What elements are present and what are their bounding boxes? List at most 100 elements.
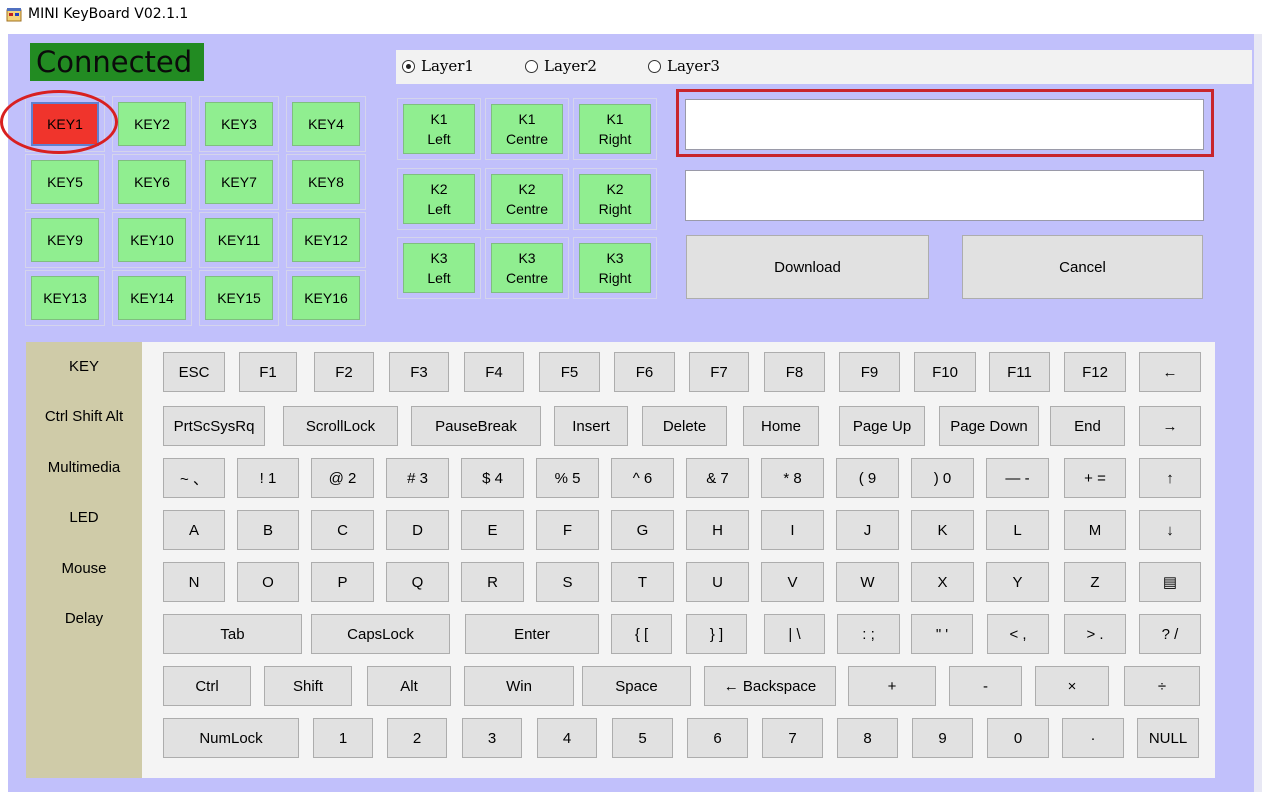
vkey-8[interactable]: 8 xyxy=(837,718,898,758)
download-button[interactable]: Download xyxy=(686,235,929,299)
knob-button-k1-right[interactable]: K1 Right xyxy=(579,104,651,154)
knob-button-k2-right[interactable]: K2 Right xyxy=(579,174,651,224)
vkey-1[interactable]: ! 1 xyxy=(237,458,299,498)
radio-circle-layer3[interactable] xyxy=(648,59,661,73)
vkey-sym-2-12[interactable]: + = xyxy=(1064,458,1126,498)
vkey-p[interactable]: P xyxy=(311,562,374,602)
vkey-sym-2-11[interactable]: — - xyxy=(986,458,1049,498)
key-button-10[interactable]: KEY10 xyxy=(118,218,186,262)
key-button-13[interactable]: KEY13 xyxy=(31,276,99,320)
vkey-e[interactable]: E xyxy=(461,510,524,550)
vkey-sym-6-7[interactable]: - xyxy=(949,666,1022,706)
key-button-16[interactable]: KEY16 xyxy=(292,276,360,320)
vkey-space[interactable]: Space xyxy=(582,666,691,706)
vkey-q[interactable]: Q xyxy=(386,562,449,602)
vkey-sym-5-9[interactable]: > . xyxy=(1064,614,1126,654)
vkey-c[interactable]: C xyxy=(311,510,374,550)
vkey-f12[interactable]: F12 xyxy=(1064,352,1126,392)
key-button-14[interactable]: KEY14 xyxy=(118,276,186,320)
vkey-7[interactable]: & 7 xyxy=(686,458,749,498)
vkey-l[interactable]: L xyxy=(986,510,1049,550)
vkey-n[interactable]: N xyxy=(163,562,225,602)
vkey-null[interactable]: NULL xyxy=(1137,718,1199,758)
key-button-11[interactable]: KEY11 xyxy=(205,218,273,262)
vkey-9[interactable]: 9 xyxy=(912,718,973,758)
vkey-f11[interactable]: F11 xyxy=(989,352,1050,392)
key-button-2[interactable]: KEY2 xyxy=(118,102,186,146)
vkey-0[interactable]: 0 xyxy=(987,718,1049,758)
vkey-sym-6-8[interactable]: × xyxy=(1035,666,1109,706)
vkey-0[interactable]: ) 0 xyxy=(911,458,974,498)
vkey-sym-5-5[interactable]: | \ xyxy=(764,614,825,654)
vkey-esc[interactable]: ESC xyxy=(163,352,225,392)
vkey-9[interactable]: ( 9 xyxy=(836,458,899,498)
key-button-5[interactable]: KEY5 xyxy=(31,160,99,204)
vkey-i[interactable]: I xyxy=(761,510,824,550)
knob-button-k2-left[interactable]: K2 Left xyxy=(403,174,475,224)
vkey-3[interactable]: 3 xyxy=(462,718,522,758)
vkey-b[interactable]: B xyxy=(237,510,299,550)
vkey-delete[interactable]: Delete xyxy=(642,406,727,446)
vkey-x[interactable]: X xyxy=(911,562,974,602)
vkey-3[interactable]: # 3 xyxy=(386,458,449,498)
knob-button-k3-left[interactable]: K3 Left xyxy=(403,243,475,293)
key-button-8[interactable]: KEY8 xyxy=(292,160,360,204)
vkey-win[interactable]: Win xyxy=(464,666,574,706)
radio-circle-layer1[interactable] xyxy=(402,59,415,73)
vkey-f3[interactable]: F3 xyxy=(389,352,449,392)
vkey-scrolllock[interactable]: ScrollLock xyxy=(283,406,398,446)
key-button-15[interactable]: KEY15 xyxy=(205,276,273,320)
vkey-sym-5-10[interactable]: ? / xyxy=(1139,614,1201,654)
key-button-6[interactable]: KEY6 xyxy=(118,160,186,204)
vkey-page-down[interactable]: Page Down xyxy=(939,406,1039,446)
vkey-f1[interactable]: F1 xyxy=(239,352,297,392)
vkey-y[interactable]: Y xyxy=(986,562,1049,602)
radio-circle-layer2[interactable] xyxy=(525,59,538,73)
cancel-button[interactable]: Cancel xyxy=(962,235,1203,299)
category-led[interactable]: LED xyxy=(26,509,142,526)
knob-button-k1-centre[interactable]: K1 Centre xyxy=(491,104,563,154)
vkey-sym-7-11[interactable]: · xyxy=(1062,718,1124,758)
vkey-sym-5-7[interactable]: " ' xyxy=(911,614,973,654)
key-button-7[interactable]: KEY7 xyxy=(205,160,273,204)
vkey-sym-3-13[interactable]: ↓ xyxy=(1139,510,1201,550)
primary-input[interactable] xyxy=(685,99,1204,150)
vkey-7[interactable]: 7 xyxy=(762,718,823,758)
category-mouse[interactable]: Mouse xyxy=(26,560,142,577)
knob-button-k3-centre[interactable]: K3 Centre xyxy=(491,243,563,293)
vkey-sym-5-8[interactable]: < , xyxy=(987,614,1049,654)
vkey-f6[interactable]: F6 xyxy=(614,352,675,392)
vkey-t[interactable]: T xyxy=(611,562,674,602)
vkey-f5[interactable]: F5 xyxy=(539,352,600,392)
vkey-pausebreak[interactable]: PauseBreak xyxy=(411,406,541,446)
vkey-4[interactable]: $ 4 xyxy=(461,458,524,498)
vkey-insert[interactable]: Insert xyxy=(554,406,628,446)
vkey-alt[interactable]: Alt xyxy=(367,666,451,706)
vkey-o[interactable]: O xyxy=(237,562,299,602)
vkey-page-up[interactable]: Page Up xyxy=(839,406,925,446)
vkey-m[interactable]: M xyxy=(1064,510,1126,550)
vkey-backspace[interactable]: ← Backspace xyxy=(704,666,836,706)
vkey-f10[interactable]: F10 xyxy=(914,352,976,392)
vkey-sym-6-9[interactable]: ÷ xyxy=(1124,666,1200,706)
category-ctrl-shift-alt[interactable]: Ctrl Shift Alt xyxy=(26,408,142,425)
vkey-1[interactable]: 1 xyxy=(313,718,373,758)
vkey-v[interactable]: V xyxy=(761,562,824,602)
vkey-prtscsysrq[interactable]: PrtScSysRq xyxy=(163,406,265,446)
secondary-input[interactable] xyxy=(685,170,1204,221)
category-delay[interactable]: Delay xyxy=(26,610,142,627)
vkey-8[interactable]: * 8 xyxy=(761,458,824,498)
vkey-w[interactable]: W xyxy=(836,562,899,602)
vkey-u[interactable]: U xyxy=(686,562,749,602)
category-key[interactable]: KEY xyxy=(26,358,142,375)
vkey-sym-0-13[interactable]: ← xyxy=(1139,352,1201,392)
vkey-6[interactable]: ^ 6 xyxy=(611,458,674,498)
vkey-sym-2-0[interactable]: ~ 、 xyxy=(163,458,225,498)
vkey-f2[interactable]: F2 xyxy=(314,352,374,392)
vkey-home[interactable]: Home xyxy=(743,406,819,446)
vkey-z[interactable]: Z xyxy=(1064,562,1126,602)
key-button-3[interactable]: KEY3 xyxy=(205,102,273,146)
key-button-9[interactable]: KEY9 xyxy=(31,218,99,262)
vkey-f4[interactable]: F4 xyxy=(464,352,524,392)
vkey-d[interactable]: D xyxy=(386,510,449,550)
